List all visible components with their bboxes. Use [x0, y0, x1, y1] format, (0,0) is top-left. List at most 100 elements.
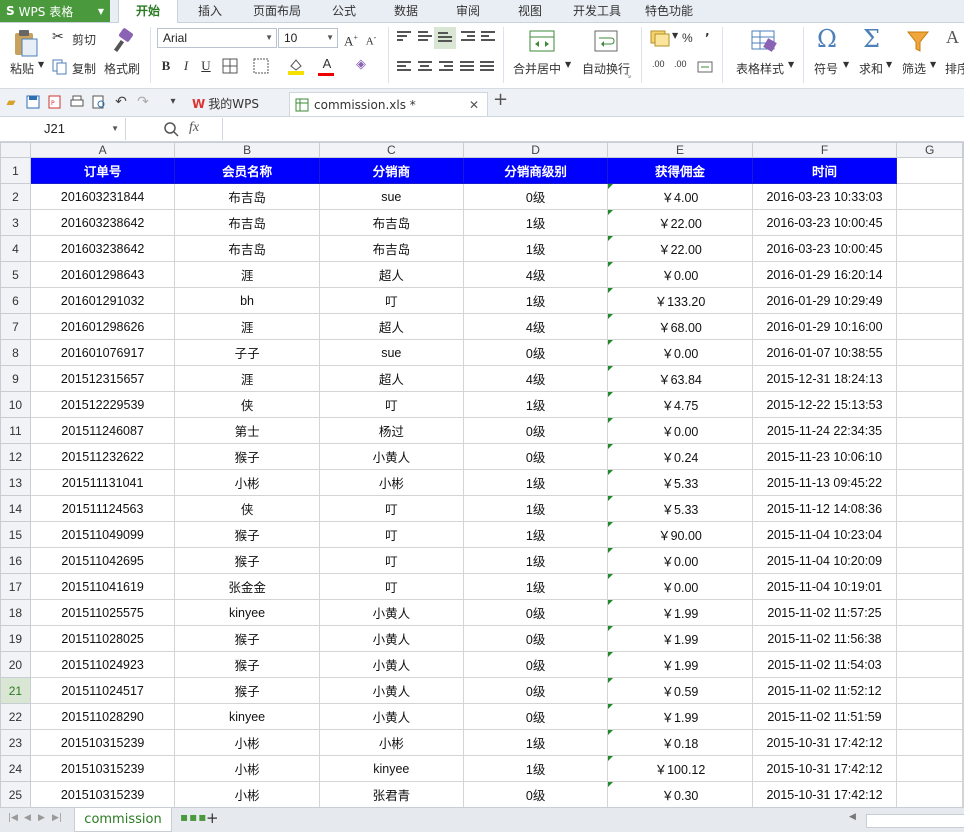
cell[interactable] [896, 781, 963, 808]
cell[interactable]: 201511028025 [29, 625, 176, 652]
cell[interactable]: 侠 [174, 391, 320, 418]
cell[interactable]: 侠 [174, 495, 320, 522]
cell[interactable] [896, 729, 963, 756]
cell[interactable]: ￥68.00 [607, 313, 753, 340]
cell[interactable]: 201511246087 [29, 417, 176, 444]
shrink-font-icon[interactable]: A- [362, 29, 380, 48]
row-header[interactable]: 24 [0, 755, 31, 782]
menu-special[interactable]: 特色功能 [638, 0, 700, 22]
open-folder-icon[interactable]: ▰ [4, 95, 18, 109]
cell[interactable]: 201601298643 [29, 261, 176, 288]
cell[interactable]: 201511131041 [29, 469, 176, 496]
cell[interactable] [962, 495, 964, 522]
row-header[interactable]: 9 [0, 365, 31, 392]
table-style-icon[interactable] [751, 29, 777, 53]
scroll-left-icon[interactable]: ◀ [849, 812, 856, 822]
cell[interactable]: ￥22.00 [607, 235, 753, 262]
row-header[interactable]: 16 [0, 547, 31, 574]
number-format-icon[interactable] [697, 61, 713, 73]
cell[interactable] [896, 469, 963, 496]
tab-my-wps[interactable]: W 我的WPS [192, 92, 259, 116]
cell[interactable]: 201603231844 [29, 183, 176, 210]
cell[interactable]: 小黄人 [318, 625, 464, 652]
cell[interactable]: 超人 [318, 365, 464, 392]
next-sheet-icon[interactable]: ▶ [38, 813, 45, 823]
redo-icon[interactable]: ↷ [136, 95, 150, 109]
cell[interactable]: 0级 [462, 599, 609, 626]
cell[interactable]: ￥1.99 [607, 599, 753, 626]
table-style-button[interactable]: 表格样式 [736, 60, 784, 77]
cell[interactable]: 201511232622 [29, 443, 176, 470]
cell[interactable]: 0级 [462, 651, 609, 678]
menu-view[interactable]: 视图 [506, 0, 554, 22]
cell[interactable] [962, 391, 964, 418]
cell[interactable]: ￥1.99 [607, 625, 753, 652]
column-header[interactable]: C [318, 142, 464, 158]
menu-home[interactable]: 开始 [118, 0, 178, 23]
cell[interactable]: 201511024517 [29, 677, 176, 704]
cell[interactable] [962, 625, 964, 652]
paste-icon[interactable] [12, 29, 40, 57]
cell[interactable] [962, 209, 964, 236]
cell[interactable]: 201512229539 [29, 391, 176, 418]
row-header[interactable]: 17 [0, 573, 31, 600]
merge-center-icon[interactable] [529, 29, 555, 53]
scissors-icon[interactable]: ✂ [52, 29, 64, 45]
dialog-launcher-icon[interactable]: ↘ [625, 71, 632, 80]
cell[interactable]: 涯 [174, 313, 320, 340]
header-cell[interactable]: 分销商 [318, 157, 464, 184]
cell[interactable]: 2015-11-24 22:34:35 [751, 417, 898, 444]
cell[interactable]: 4级 [462, 313, 609, 340]
cell[interactable]: 布吉岛 [174, 183, 320, 210]
cell[interactable] [896, 183, 963, 210]
save-icon[interactable] [26, 95, 40, 109]
cell[interactable]: ￥4.75 [607, 391, 753, 418]
cell[interactable]: 0级 [462, 417, 609, 444]
cell[interactable]: 0级 [462, 339, 609, 366]
cell[interactable] [962, 157, 964, 184]
row-header[interactable]: 23 [0, 729, 31, 756]
cell[interactable]: 2015-11-04 10:19:01 [751, 573, 898, 600]
cell[interactable]: 201603238642 [29, 209, 176, 236]
header-cell[interactable]: 订单号 [29, 157, 176, 184]
chevron-down-icon[interactable]: ▼ [886, 60, 892, 69]
header-cell[interactable]: 获得佣金 [607, 157, 753, 184]
cell[interactable]: 2015-12-31 18:24:13 [751, 365, 898, 392]
cell[interactable]: ￥5.33 [607, 495, 753, 522]
select-all-corner[interactable] [0, 142, 31, 158]
cell[interactable] [896, 573, 963, 600]
header-cell[interactable]: 时间 [751, 157, 898, 184]
comma-style-button[interactable]: ’ [705, 31, 710, 45]
row-header[interactable]: 10 [0, 391, 31, 418]
cell[interactable]: kinyee [174, 703, 320, 730]
cell[interactable]: 2015-10-31 17:42:12 [751, 781, 898, 808]
align-left-icon[interactable] [397, 61, 411, 73]
row-header[interactable]: 1 [0, 157, 31, 184]
row-header[interactable]: 13 [0, 469, 31, 496]
cell[interactable]: 201511025575 [29, 599, 176, 626]
cell[interactable]: 小彬 [174, 755, 320, 782]
cell[interactable]: 叮 [318, 521, 464, 548]
borders-icon[interactable] [222, 58, 238, 74]
cell[interactable] [896, 417, 963, 444]
cell[interactable]: ￥0.24 [607, 443, 753, 470]
cell[interactable] [896, 287, 963, 314]
cell[interactable]: 小黄人 [318, 651, 464, 678]
close-icon[interactable]: ✕ [469, 93, 479, 117]
increase-indent-icon[interactable] [481, 31, 495, 43]
cell[interactable]: 2015-12-22 15:13:53 [751, 391, 898, 418]
cell[interactable] [896, 521, 963, 548]
cell[interactable]: 小彬 [318, 469, 464, 496]
name-box[interactable]: J21 ▼ [0, 118, 126, 140]
cell[interactable]: 2015-11-23 10:06:10 [751, 443, 898, 470]
align-bottom-icon[interactable] [434, 27, 456, 49]
cell[interactable]: 小彬 [174, 781, 320, 808]
horizontal-scrollbar[interactable] [866, 814, 964, 828]
menu-formulas[interactable]: 公式 [320, 0, 368, 22]
new-tab-icon[interactable]: + [493, 91, 508, 109]
cell[interactable]: 1级 [462, 235, 609, 262]
cell[interactable]: 2015-11-13 09:45:22 [751, 469, 898, 496]
format-painter-icon[interactable] [110, 28, 136, 56]
cell[interactable]: 4级 [462, 365, 609, 392]
grow-font-icon[interactable]: A+ [342, 29, 360, 48]
